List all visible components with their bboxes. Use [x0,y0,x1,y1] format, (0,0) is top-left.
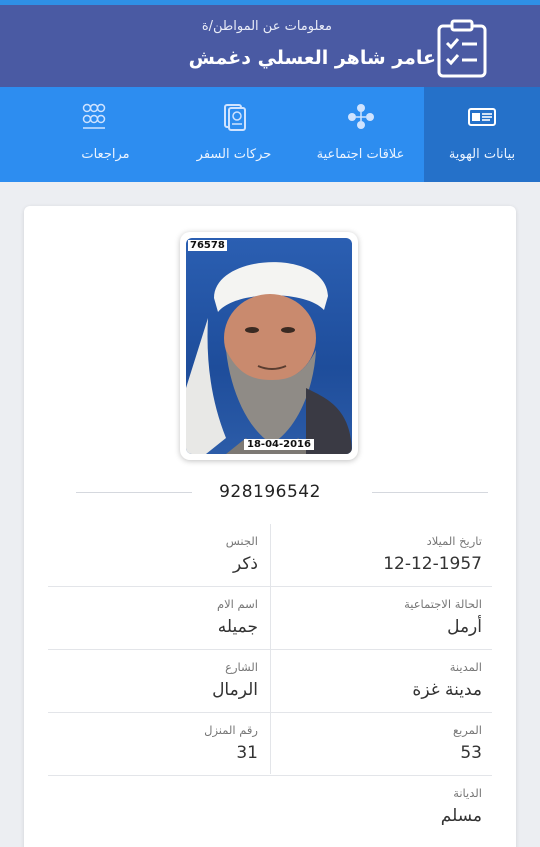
field-value: الرمال [212,680,258,700]
tab-reviews[interactable]: مراجعات [0,87,171,182]
citizen-photo: 76578 18-04-2016 [180,232,358,460]
field-row: المدينة مدينة غزة الشارع الرمال [48,650,492,713]
field-birth-date: تاريخ الميلاد 12-12-1957 [270,524,492,586]
tab-travel-movements[interactable]: حركات السفر [171,87,297,182]
field-value: أرمل [447,617,482,637]
field-label: رقم المنزل [204,723,258,737]
field-label: تاريخ الميلاد [426,534,482,548]
field-row: الحالة الاجتماعية أرمل اسم الام جميله [48,587,492,650]
photo-frame: 76578 18-04-2016 [186,238,352,454]
tab-social-relations[interactable]: علاقات اجتماعية [297,87,424,182]
photo-serial: 76578 [188,240,227,251]
field-block: المربع 53 [270,713,492,775]
clipboard-checklist-icon [437,19,487,78]
field-gender: الجنس ذكر [48,524,270,586]
field-row: تاريخ الميلاد 12-12-1957 الجنس ذكر [48,524,492,587]
field-label: الديانة [453,786,482,800]
app-header: معلومات عن المواطن/ة عامر شاهر العسلي دغ… [0,0,540,87]
identity-card: 76578 18-04-2016 928196542 تاريخ الميلاد… [24,206,516,847]
field-label: المدينة [449,660,482,674]
tab-label: علاقات اجتماعية [316,147,405,162]
field-value: 12-12-1957 [383,554,482,574]
field-value: مدينة غزة [412,680,482,700]
field-label: اسم الام [216,597,258,611]
group-icon [82,103,106,129]
field-value: 53 [460,743,482,763]
field-label: الجنس [225,534,258,548]
field-house-number: رقم المنزل 31 [48,713,270,775]
tab-label: مراجعات [81,147,130,162]
passport-icon [224,104,246,131]
tab-bar: بيانات الهوية علاقات اجتماعية حركات السف… [0,87,540,182]
id-number: 928196542 [219,482,321,502]
tab-identity-data[interactable]: بيانات الهوية [424,87,540,182]
id-card-icon [468,108,496,126]
identity-fields: تاريخ الميلاد 12-12-1957 الجنس ذكر الحال… [48,524,492,846]
field-label: المربع [452,723,482,737]
field-value: 31 [236,743,258,763]
field-street: الشارع الرمال [48,650,270,712]
tab-label: حركات السفر [196,147,272,162]
field-mother-name: اسم الام جميله [48,587,270,649]
field-label: الحالة الاجتماعية [404,597,482,611]
field-religion: الديانة مسلم [270,776,492,846]
field-city: المدينة مدينة غزة [270,650,492,712]
field-label: الشارع [225,660,258,674]
portrait-image [186,262,352,454]
field-row: المربع 53 رقم المنزل 31 [48,713,492,776]
tab-label: بيانات الهوية [448,147,516,162]
field-marital-status: الحالة الاجتماعية أرمل [270,587,492,649]
citizen-name: عامر شاهر العسلي دغمش [188,47,436,69]
header-subtitle: معلومات عن المواطن/ة [201,19,332,34]
field-value: مسلم [440,806,482,826]
people-network-icon [347,104,374,129]
photo-date: 18-04-2016 [244,439,314,450]
field-row: الديانة مسلم [48,776,492,846]
field-value: ذكر [232,554,258,574]
field-value: جميله [217,617,258,637]
